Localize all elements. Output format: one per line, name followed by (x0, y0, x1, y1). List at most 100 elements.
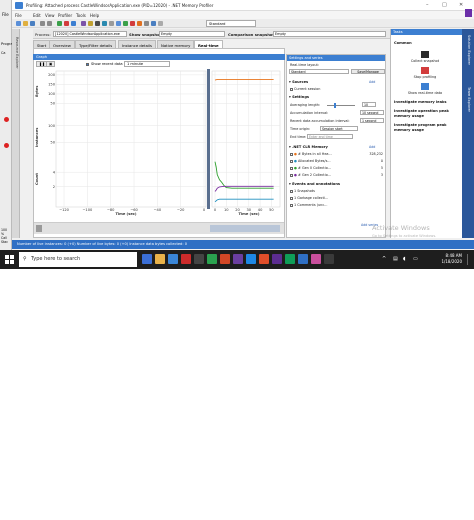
layout-dropdown[interactable]: Standard (206, 20, 256, 27)
taskbar-app-icon[interactable] (324, 254, 334, 264)
breakpoint-icon[interactable] (4, 117, 9, 122)
menu-tools[interactable]: Tools (76, 13, 86, 18)
export-button[interactable]: ▣ (46, 61, 56, 67)
taskbar-app-icon[interactable] (233, 254, 243, 264)
tray-up-icon[interactable]: ^ (382, 256, 386, 262)
refresh-icon[interactable] (102, 21, 107, 26)
menu-profiler[interactable]: Profiler (58, 13, 72, 18)
taskbar-app-icon[interactable] (194, 254, 204, 264)
taskbar-app-icon[interactable] (181, 254, 191, 264)
network-icon[interactable]: ▤ (393, 256, 398, 262)
taskbar-app-icon[interactable] (272, 254, 282, 264)
options-icon[interactable] (109, 21, 114, 26)
clr-row[interactable]: ● Allocated Bytes/s... (290, 159, 331, 163)
process-select[interactable]: [12020] CastleWindsorApplication.exe (53, 31, 127, 37)
comparison-snapshot-select[interactable]: Empty (273, 31, 386, 37)
volume-icon[interactable]: ◖ (403, 256, 406, 262)
taskbar-app-icon[interactable] (285, 254, 295, 264)
chart-splitter[interactable] (207, 69, 210, 209)
averaging-slider[interactable] (327, 105, 355, 106)
minimize-button[interactable]: – (426, 2, 429, 8)
compare-icon[interactable] (81, 21, 86, 26)
layout-icon[interactable] (116, 21, 121, 26)
tab-instance-details[interactable]: Instance details (118, 40, 157, 48)
event-row[interactable]: 1 Snapshots (290, 189, 315, 193)
recent-accumulation-value[interactable]: 1 second (360, 118, 384, 123)
time-origin-select[interactable]: Session start (320, 126, 358, 131)
menu-view[interactable]: View (45, 13, 55, 18)
clr-checkbox[interactable] (290, 152, 293, 156)
task-program-peak[interactable]: Investigate program peak memory usage (394, 123, 456, 132)
menu-file[interactable]: File (15, 13, 22, 18)
task-investigate-leaks[interactable]: Investigate memory leaks (394, 100, 447, 104)
clr-row[interactable]: ● # Bytes in all Hea... (290, 152, 332, 156)
clr-checkbox[interactable] (290, 173, 293, 177)
current-session-checkbox[interactable] (290, 87, 293, 91)
event-row[interactable]: 1 Garbage collecti... (290, 196, 328, 200)
maximize-button[interactable]: □ (442, 2, 447, 8)
outer-item-label[interactable]: Ca (1, 51, 5, 55)
layout-select[interactable]: Standard (289, 69, 349, 74)
collect-snapshot-button[interactable]: Collect snapshot (405, 51, 445, 63)
breakpoint-icon[interactable] (4, 143, 9, 148)
microphone-icon[interactable]: ● (126, 255, 131, 262)
scroll-left-handle[interactable] (36, 225, 42, 232)
taskbar-app-icon[interactable] (311, 254, 321, 264)
timeline-scrollbar[interactable] (34, 222, 284, 234)
zoom-level[interactable]: 100 % (1, 228, 11, 236)
close-button[interactable]: ✕ (459, 2, 463, 8)
stop-icon[interactable] (64, 21, 69, 26)
interval-dropdown[interactable]: 1 minute (124, 61, 170, 67)
redo-icon[interactable] (47, 21, 52, 26)
taskbar-search[interactable]: ⚲ Type here to search (19, 252, 137, 267)
save-icon[interactable] (30, 21, 35, 26)
taskbar-app-icon[interactable] (246, 254, 256, 264)
event-row[interactable]: 1 Comments (unc... (290, 203, 327, 207)
undo-icon[interactable] (40, 21, 45, 26)
settings-icon[interactable] (95, 21, 100, 26)
sources-add-link[interactable]: Add (369, 80, 375, 84)
taskbar-app-icon[interactable] (142, 254, 152, 264)
team-explorer-tab[interactable]: Team Explorer (467, 87, 471, 112)
show-snapshot-select[interactable]: Empty (159, 31, 225, 37)
task-operation-peak[interactable]: Investigate operation peak memory usage (394, 109, 456, 118)
more-icon[interactable] (158, 21, 163, 26)
taskbar-app-icon[interactable] (155, 254, 165, 264)
averaging-slider-thumb[interactable] (334, 103, 336, 108)
end-time-input[interactable]: Enter end time (307, 134, 353, 139)
callstack-tab[interactable]: Call Stac (1, 236, 11, 244)
taskbar-app-icon[interactable] (207, 254, 217, 264)
menu-help[interactable]: Help (90, 13, 99, 18)
averaging-value[interactable]: 10 (362, 102, 376, 107)
clr-row[interactable]: ● # Gen 2 Collectio... (290, 173, 331, 177)
taskbar-clock[interactable]: 8:48 AM 1/18/2020 (441, 253, 462, 265)
solution-explorer-tab[interactable]: Solution Explorer (467, 35, 471, 65)
taskbar-app-icon[interactable] (259, 254, 269, 264)
windows-start-icon[interactable] (5, 255, 14, 264)
open-icon[interactable] (23, 21, 28, 26)
taskbar-app-icon[interactable] (168, 254, 178, 264)
start-icon[interactable] (57, 21, 62, 26)
battery-icon[interactable]: ▭ (413, 256, 418, 262)
show-desktop-button[interactable] (467, 254, 471, 265)
outer-file-menu[interactable]: File (2, 12, 9, 17)
stop-profiling-button[interactable]: Stop profiling (405, 67, 445, 79)
tab-overview[interactable]: Overview (49, 40, 75, 48)
clr-row[interactable]: ● # Gen 0 Collectio... (290, 166, 331, 170)
save-manage-button[interactable]: Save/Manage (351, 69, 385, 74)
event-checkbox[interactable] (290, 196, 293, 200)
tab-real-time[interactable]: Real-time (194, 40, 223, 48)
event-checkbox[interactable] (290, 189, 293, 193)
taskbar-app-icon[interactable] (220, 254, 230, 264)
accumulation-value[interactable]: 10 second (360, 110, 384, 115)
window-icon[interactable] (151, 21, 156, 26)
scroll-thumb[interactable] (210, 225, 280, 232)
tab-start[interactable]: Start (33, 40, 51, 48)
tab-type-filter-details[interactable]: Type/Filter details (75, 40, 117, 48)
snapshot-icon[interactable] (71, 21, 76, 26)
break-icon[interactable] (130, 21, 135, 26)
clr-checkbox[interactable] (290, 166, 293, 170)
current-session-row[interactable]: Current session (290, 87, 320, 91)
resource-explorer-tab[interactable]: Resource Explorer (15, 37, 19, 69)
event-checkbox[interactable] (290, 203, 293, 207)
